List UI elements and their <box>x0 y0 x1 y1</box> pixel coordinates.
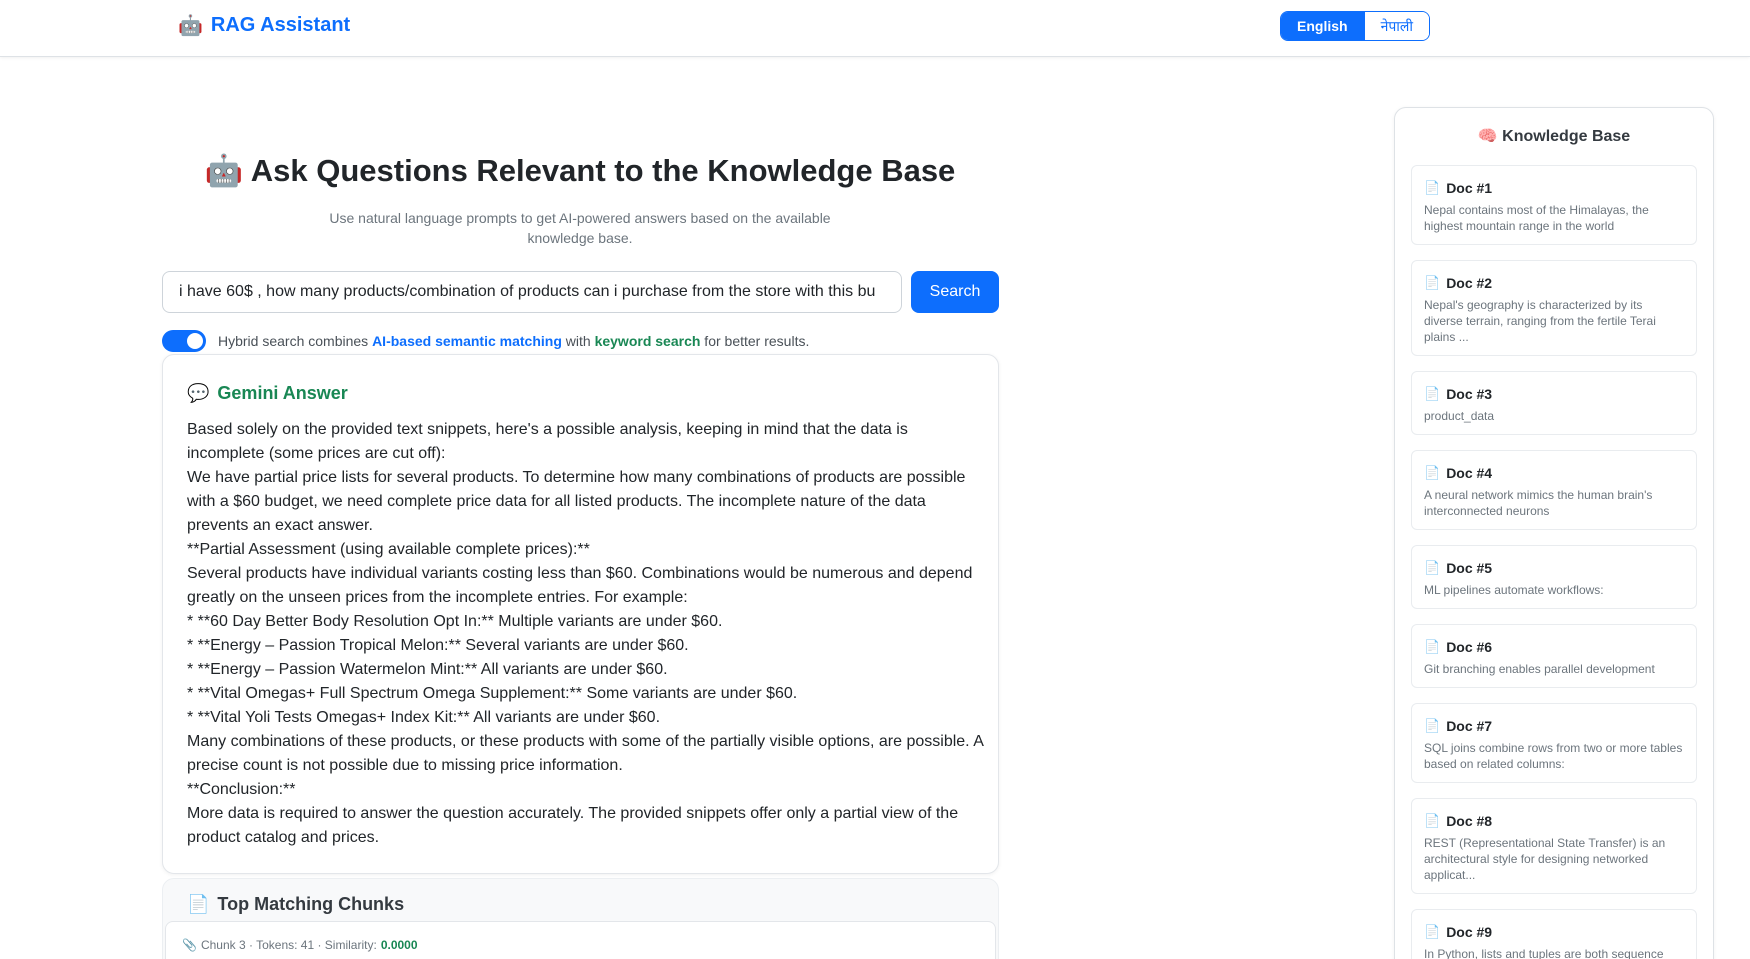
answer-line: * **60 Day Better Body Resolution Opt In… <box>187 613 723 630</box>
knowledge-base-title: 🧠 Knowledge Base <box>1477 128 1631 145</box>
doc-card-9[interactable]: 📄 Doc #9 In Python, lists and tuples are … <box>1411 909 1697 959</box>
doc-title-label: Doc #8 <box>1446 813 1493 829</box>
document-icon: 📄 <box>1424 639 1441 654</box>
similarity-score: 0.0000 <box>380 938 418 952</box>
doc-title-label: Doc #4 <box>1446 465 1493 481</box>
doc-title-label: Doc #1 <box>1446 180 1493 196</box>
chunk-meta-label: Chunk 3 · Tokens: 41 · Similarity: <box>200 938 377 952</box>
doc-card-3[interactable]: 📄 Doc #3 product_data <box>1411 371 1697 435</box>
document-icon: 📄 <box>1424 718 1441 733</box>
answer-line: * **Energy – Passion Tropical Melon:** S… <box>187 637 689 654</box>
document-icon: 📄 <box>1424 180 1441 195</box>
doc-title-label: Doc #2 <box>1446 275 1493 291</box>
doc-card-5[interactable]: 📄 Doc #5 ML pipelines automate workflows: <box>1411 545 1697 609</box>
answer-line: * **Vital Omegas+ Full Spectrum Omega Su… <box>187 685 798 702</box>
document-icon: 📄 <box>1424 275 1441 290</box>
doc-card-1[interactable]: 📄 Doc #1 Nepal contains most of the Himal… <box>1411 165 1697 245</box>
chunks-heading: 📄 Top Matching Chunks <box>187 894 404 915</box>
answer-line: Many combinations of these products, or … <box>187 733 983 774</box>
doc-description: Nepal's geography is characterized by it… <box>1424 298 1656 344</box>
document-icon: 📄 <box>1424 386 1441 401</box>
doc-card-2[interactable]: 📄 Doc #2 Nepal's geography is characteriz… <box>1411 260 1697 356</box>
speech-bubble-icon: 💬 <box>187 383 210 403</box>
doc-title: 📄 Doc #2 <box>1424 275 1684 291</box>
document-icon: 📄 <box>1424 560 1441 575</box>
answer-line: * **Energy – Passion Watermelon Mint:** … <box>187 661 668 678</box>
brand-link[interactable]: 🤖 RAG Assistant <box>178 13 350 38</box>
answer-title: Gemini Answer <box>217 383 348 403</box>
document-icon: 📄 <box>187 894 210 914</box>
answer-line: **Conclusion:** <box>187 781 296 798</box>
chunks-title: Top Matching Chunks <box>217 894 405 914</box>
document-icon: 📄 <box>1424 465 1441 480</box>
doc-card-4[interactable]: 📄 Doc #4 A neural network mimics the huma… <box>1411 450 1697 530</box>
answer-heading: 💬 Gemini Answer <box>187 383 348 404</box>
robot-icon: 🤖 <box>178 15 203 37</box>
hybrid-text-prefix: Hybrid search combines <box>218 333 373 349</box>
doc-description: SQL joins combine rows from two or more … <box>1424 741 1683 771</box>
page-title: 🤖 Ask Questions Relevant to the Knowledg… <box>204 153 956 188</box>
doc-card-6[interactable]: 📄 Doc #6 Git branching enables parallel d… <box>1411 624 1697 688</box>
doc-title: 📄 Doc #1 <box>1424 180 1684 196</box>
chunk-meta: 📎 Chunk 3 · Tokens: 41 · Similarity: 0.0… <box>182 938 418 952</box>
hybrid-text-suffix: for better results. <box>700 333 810 349</box>
doc-description: Git branching enables parallel developme… <box>1424 662 1655 676</box>
language-switcher: English नेपाली <box>1280 11 1431 41</box>
doc-title: 📄 Doc #6 <box>1424 639 1684 655</box>
doc-title: 📄 Doc #8 <box>1424 813 1684 829</box>
hybrid-search-toggle[interactable] <box>162 330 206 352</box>
doc-title-label: Doc #3 <box>1446 386 1493 402</box>
doc-card-7[interactable]: 📄 Doc #7 SQL joins combine rows from two … <box>1411 703 1697 783</box>
page-subtitle: Use natural language prompts to get AI-p… <box>329 210 831 246</box>
doc-title-label: Doc #5 <box>1446 560 1493 576</box>
doc-title: 📄 Doc #9 <box>1424 924 1684 940</box>
keyword-search-highlight: keyword search <box>594 333 701 349</box>
doc-description: A neural network mimics the human brain'… <box>1424 488 1653 518</box>
doc-description: ML pipelines automate workflows: <box>1424 583 1604 597</box>
paperclip-icon: 📎 <box>182 938 197 952</box>
answer-line: More data is required to answer the ques… <box>187 805 959 846</box>
doc-card-8[interactable]: 📄 Doc #8 REST (Representational State Tra… <box>1411 798 1697 894</box>
search-button[interactable]: Search <box>911 271 999 313</box>
doc-description: product_data <box>1424 409 1495 423</box>
search-input[interactable] <box>162 271 902 313</box>
lang-nepali-button[interactable]: नेपाली <box>1363 12 1430 40</box>
top-navbar: 🤖 RAG Assistant English नेपाली <box>0 0 1750 57</box>
doc-description: REST (Representational State Transfer) i… <box>1424 836 1666 882</box>
answer-body: Based solely on the provided text snippe… <box>187 418 987 850</box>
answer-line: * **Vital Yoli Tests Omegas+ Index Kit:*… <box>187 709 661 726</box>
hybrid-search-description: Hybrid search combines AI-based semantic… <box>218 333 809 349</box>
doc-title-label: Doc #6 <box>1446 639 1493 655</box>
answer-line: Several products have individual variant… <box>187 565 973 606</box>
answer-card: 💬 Gemini Answer Based solely on the prov… <box>162 354 999 874</box>
brand-label: RAG Assistant <box>210 14 351 36</box>
doc-title: 📄 Doc #4 <box>1424 465 1684 481</box>
toggle-knob <box>187 333 203 349</box>
doc-title-label: Doc #9 <box>1446 924 1493 940</box>
document-icon: 📄 <box>1424 924 1441 939</box>
document-icon: 📄 <box>1424 813 1441 828</box>
answer-line: We have partial price lists for several … <box>187 469 966 534</box>
hybrid-text-middle: with <box>561 333 595 349</box>
doc-title: 📄 Doc #5 <box>1424 560 1684 576</box>
doc-description: In Python, lists and tuples are both seq… <box>1424 947 1664 959</box>
semantic-matching-highlight: AI-based semantic matching <box>372 333 562 349</box>
chunk-card[interactable]: 📎 Chunk 3 · Tokens: 41 · Similarity: 0.0… <box>165 921 996 959</box>
lang-english-button[interactable]: English <box>1281 12 1364 40</box>
doc-title: 📄 Doc #3 <box>1424 386 1684 402</box>
doc-title: 📄 Doc #7 <box>1424 718 1684 734</box>
doc-description: Nepal contains most of the Himalayas, th… <box>1424 203 1649 233</box>
answer-line: Based solely on the provided text snippe… <box>187 421 908 462</box>
answer-line: **Partial Assessment (using available co… <box>187 541 590 558</box>
doc-title-label: Doc #7 <box>1446 718 1493 734</box>
knowledge-base-panel: 🧠 Knowledge Base 📄 Doc #1 Nepal contains … <box>1394 107 1714 959</box>
top-chunks-section: 📄 Top Matching Chunks 📎 Chunk 3 · Tokens… <box>162 878 999 959</box>
